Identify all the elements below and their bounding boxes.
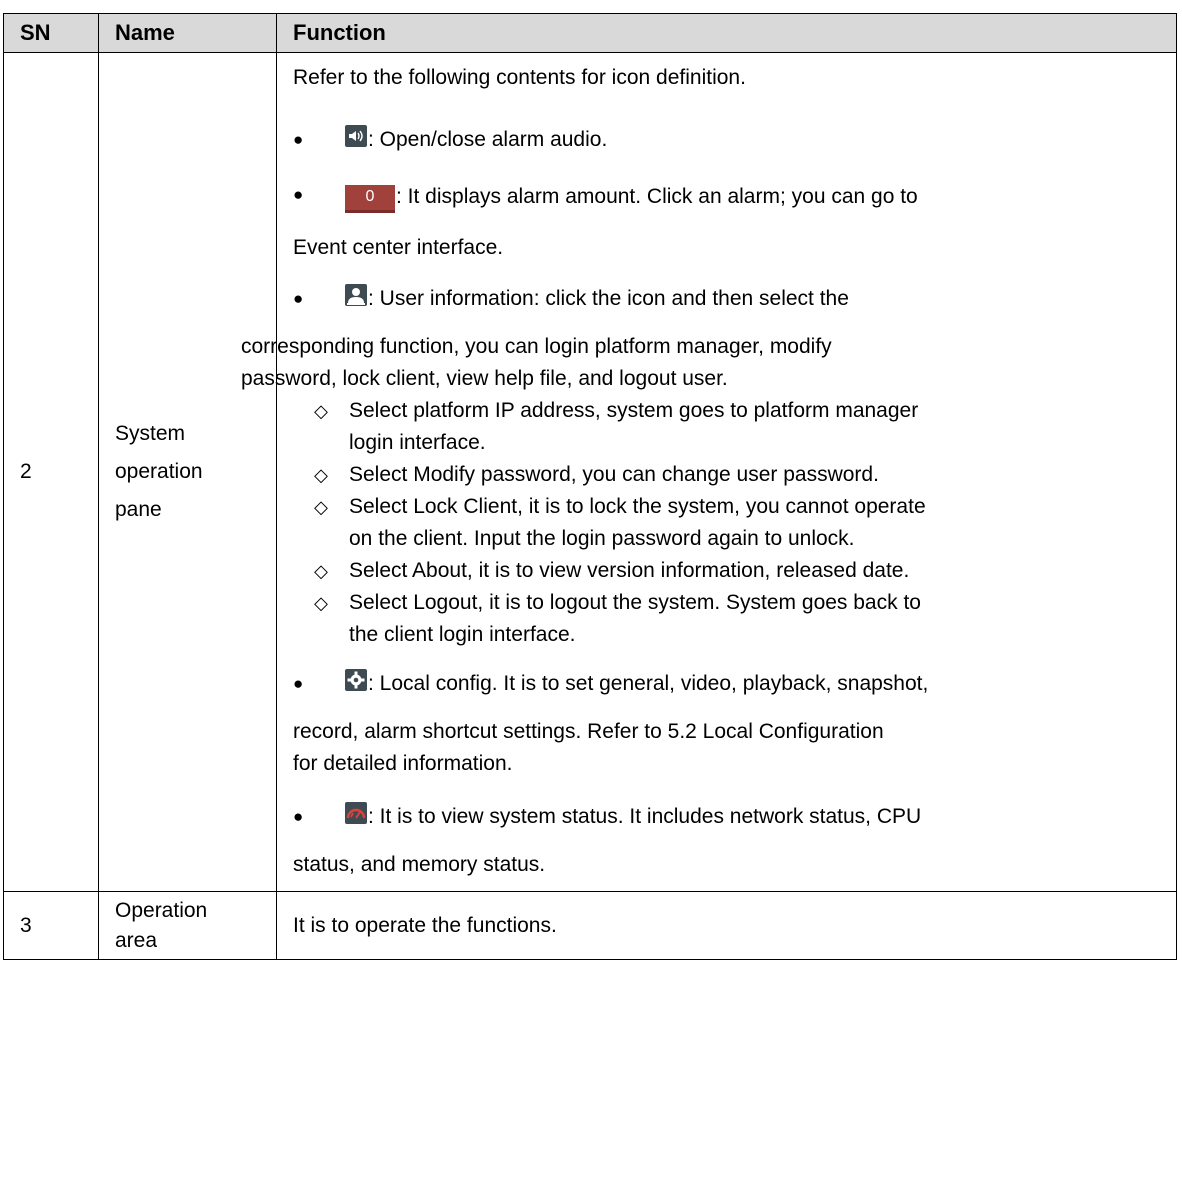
sub-item-text: Select Modify password, you can change u… bbox=[349, 463, 879, 486]
local-config-cont: for detailed information. bbox=[293, 752, 513, 775]
user-text: : User information: click the icon and t… bbox=[368, 287, 849, 310]
alarm-text-cont: Event center interface. bbox=[293, 236, 504, 259]
row3-name-line: Operation bbox=[115, 898, 208, 922]
diamond-icon: ◇ bbox=[314, 593, 328, 613]
bullet-dot: ● bbox=[293, 807, 304, 826]
sub-item-text: on the client. Input the login password … bbox=[349, 527, 855, 550]
sub-item-text: Select Lock Client, it is to lock the sy… bbox=[349, 495, 926, 518]
bullet-dot: ● bbox=[293, 185, 304, 204]
sub-item-text: Select platform IP address, system goes … bbox=[349, 399, 919, 422]
row3-name: Operation area bbox=[98, 891, 277, 960]
diamond-icon: ◇ bbox=[314, 401, 328, 421]
user-text-cont: corresponding function, you can login pl… bbox=[241, 335, 832, 358]
speedometer-icon bbox=[345, 791, 367, 845]
row2-sn: 2 bbox=[3, 52, 99, 892]
row2-name-line: System bbox=[115, 422, 186, 445]
bullet-alarm: ● 0 : It displays alarm amount. Click an… bbox=[293, 168, 1166, 272]
bullet-user: ● : User information: click the icon and… bbox=[293, 272, 1166, 327]
local-config-cont: record, alarm shortcut settings. Refer t… bbox=[293, 720, 884, 743]
intro-text: Refer to the following contents for icon… bbox=[293, 66, 746, 89]
list-item: ◇ Select About, it is to view version in… bbox=[293, 555, 1166, 587]
sub-item-text: the client login interface. bbox=[349, 623, 576, 646]
list-item: ◇ Select Modify password, you can change… bbox=[293, 459, 1166, 491]
row3-sn: 3 bbox=[3, 891, 99, 960]
table-row: 2 System operation pane Refer to the fol… bbox=[3, 52, 1177, 892]
row3-function: It is to operate the functions. bbox=[276, 891, 1177, 960]
bullet-dot: ● bbox=[293, 674, 304, 693]
bullet-dot: ● bbox=[293, 289, 304, 308]
table-row: 3 Operation area It is to operate the fu… bbox=[3, 891, 1177, 960]
diamond-icon: ◇ bbox=[314, 561, 328, 581]
bullet-dot: ● bbox=[293, 130, 304, 149]
header-sn: SN bbox=[3, 13, 99, 53]
diamond-icon: ◇ bbox=[314, 465, 328, 485]
header-function: Function bbox=[276, 13, 1177, 53]
local-config-text: : Local config. It is to set general, vi… bbox=[368, 672, 929, 695]
bullet-audio: ● : Open/close alarm audio. bbox=[293, 113, 1166, 168]
alarm-count-icon: 0 bbox=[345, 168, 395, 222]
speaker-icon bbox=[345, 114, 367, 168]
row2-function: Refer to the following contents for icon… bbox=[241, 52, 1177, 892]
alarm-count-value: 0 bbox=[345, 185, 395, 213]
row2-name-line: operation bbox=[115, 460, 203, 483]
list-item: ◇ Select Lock Client, it is to lock the … bbox=[293, 491, 1166, 555]
header-name: Name bbox=[98, 13, 277, 53]
audio-text: : Open/close alarm audio. bbox=[368, 128, 608, 151]
list-item: ◇ Select platform IP address, system goe… bbox=[293, 395, 1166, 459]
sub-item-text: Select About, it is to view version info… bbox=[349, 559, 910, 582]
table-header-row: SN Name Function bbox=[3, 13, 1177, 53]
sub-list: ◇ Select platform IP address, system goe… bbox=[293, 395, 1166, 651]
row2-name-line: pane bbox=[115, 498, 162, 521]
row2-name: System operation pane bbox=[98, 52, 277, 892]
user-text-cont: password, lock client, view help file, a… bbox=[241, 367, 728, 390]
status-cont: status, and memory status. bbox=[293, 853, 546, 876]
sub-item-text: login interface. bbox=[349, 431, 486, 454]
bullet-local-config: ● : Local config. It is to set general, … bbox=[293, 657, 1166, 712]
gear-icon bbox=[345, 658, 367, 712]
row3-name-line: area bbox=[115, 928, 158, 952]
sub-item-text: Select Logout, it is to logout the syste… bbox=[349, 591, 921, 614]
diamond-icon: ◇ bbox=[314, 497, 328, 517]
function-table: SN Name Function 2 System operation pane… bbox=[3, 13, 1177, 960]
user-icon bbox=[345, 273, 367, 327]
status-text: : It is to view system status. It includ… bbox=[368, 805, 922, 828]
list-item: ◇ Select Logout, it is to logout the sys… bbox=[293, 587, 1166, 651]
alarm-text: : It displays alarm amount. Click an ala… bbox=[396, 185, 918, 208]
bullet-status: ● : It is to view system status. It incl… bbox=[293, 790, 1166, 845]
